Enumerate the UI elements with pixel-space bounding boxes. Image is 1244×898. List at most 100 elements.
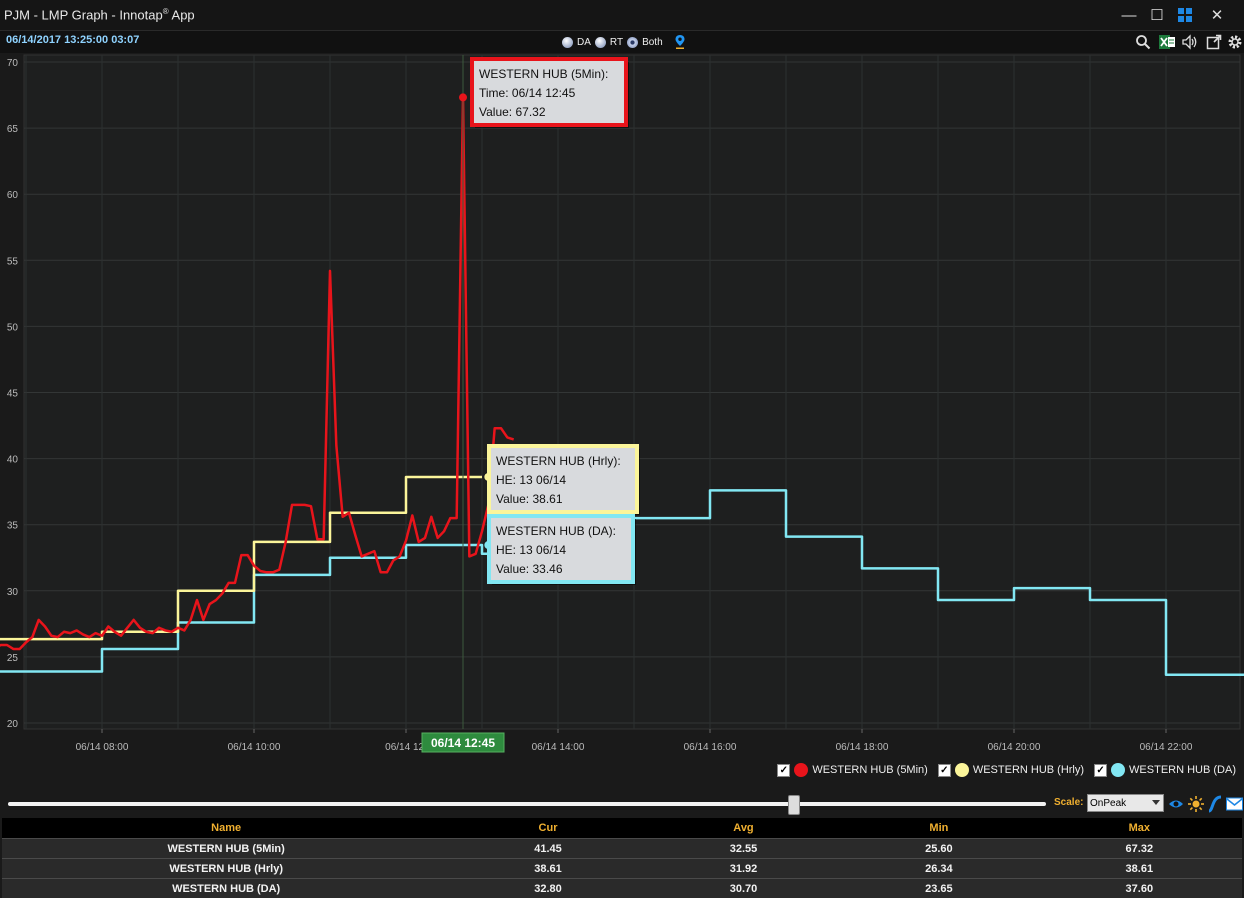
- x-tick-label: 06/14 10:00: [228, 742, 281, 753]
- chart-legend: ✓ WESTERN HUB (5Min) ✓ WESTERN HUB (Hrly…: [777, 760, 1236, 780]
- col-name[interactable]: Name: [2, 818, 450, 839]
- x-tick-label: 06/14 18:00: [836, 742, 889, 753]
- tooltip-da: WESTERN HUB (DA):HE: 13 06/14Value: 33.4…: [489, 516, 636, 585]
- radio-both-label[interactable]: Both: [642, 37, 663, 48]
- radio-da-label[interactable]: DA: [577, 37, 591, 48]
- cell-min: 25.60: [841, 839, 1036, 859]
- radio-rt[interactable]: [595, 37, 606, 48]
- mail-icon[interactable]: [1226, 796, 1243, 812]
- col-avg[interactable]: Avg: [646, 818, 841, 839]
- table-row[interactable]: WESTERN HUB (5Min) 41.45 32.55 25.60 67.…: [2, 839, 1242, 859]
- legend-checkbox-hrly[interactable]: ✓: [938, 764, 951, 777]
- minimize-button[interactable]: —: [1115, 4, 1143, 26]
- y-tick-label: 20: [7, 719, 19, 730]
- cell-cur: 32.80: [450, 879, 645, 898]
- toolbar: 06/14/2017 13:25:00 03:07 DA RT Both: [0, 31, 1244, 53]
- y-tick-label: 55: [7, 256, 19, 267]
- pin-icon[interactable]: [673, 34, 687, 50]
- tooltip-line: Time: 06/14 12:45: [479, 86, 576, 100]
- tooltip-line: Value: 38.61: [496, 492, 563, 506]
- col-max[interactable]: Max: [1037, 818, 1242, 839]
- scale-select[interactable]: OnPeak: [1087, 794, 1164, 812]
- time-slider-row: Scale: OnPeak: [0, 792, 1244, 816]
- y-tick-label: 25: [7, 653, 19, 664]
- legend-item-da[interactable]: ✓ WESTERN HUB (DA): [1094, 763, 1236, 777]
- popout-icon[interactable]: [1203, 31, 1225, 53]
- maximize-button[interactable]: ☐: [1143, 4, 1171, 26]
- time-slider-track[interactable]: [8, 802, 1046, 806]
- legend-swatch-5min: [794, 763, 808, 777]
- layout-grid-button[interactable]: [1171, 4, 1199, 26]
- y-tick-label: 65: [7, 124, 19, 135]
- x-tick-label: 06/14 14:00: [532, 742, 585, 753]
- legend-label-hrly: WESTERN HUB (Hrly): [973, 764, 1084, 776]
- cell-min: 26.34: [841, 859, 1036, 879]
- window-title: PJM - LMP Graph - Innotap® App: [4, 7, 195, 22]
- time-slider-thumb[interactable]: [788, 795, 800, 815]
- sun-icon[interactable]: [1187, 795, 1205, 813]
- title-bar: PJM - LMP Graph - Innotap® App — ☐ ✕: [0, 0, 1244, 31]
- tooltip-line: WESTERN HUB (Hrly):: [496, 454, 621, 468]
- speaker-icon[interactable]: [1179, 31, 1201, 53]
- y-tick-label: 60: [7, 190, 19, 201]
- current-datetime: 06/14/2017 13:25:00 03:07: [6, 34, 139, 46]
- legend-checkbox-5min[interactable]: ✓: [777, 764, 790, 777]
- y-tick-label: 35: [7, 521, 19, 532]
- legend-label-5min: WESTERN HUB (5Min): [812, 764, 928, 776]
- radio-both[interactable]: [627, 37, 638, 48]
- x-tick-label: 06/14 12:: [385, 742, 427, 753]
- cell-max: 37.60: [1037, 879, 1242, 898]
- tooltip-line: HE: 13 06/14: [496, 473, 566, 487]
- col-min[interactable]: Min: [841, 818, 1036, 839]
- tooltip-5min: WESTERN HUB (5Min): Time: 06/14 12:45 Valu…: [472, 59, 629, 128]
- excel-icon[interactable]: [1156, 31, 1178, 53]
- tooltip-hrly: WESTERN HUB (Hrly): HE: 13 06/14 Value: 38…: [489, 446, 640, 515]
- curve-icon[interactable]: [1207, 795, 1223, 813]
- y-tick-label: 40: [7, 455, 19, 466]
- col-cur[interactable]: Cur: [450, 818, 645, 839]
- cell-max: 38.61: [1037, 859, 1242, 879]
- cell-avg: 31.92: [646, 859, 841, 879]
- y-tick-label: 45: [7, 389, 19, 400]
- y-tick-label: 30: [7, 587, 19, 598]
- scale-label: Scale:: [1054, 797, 1083, 808]
- x-tick-label: 06/14 22:00: [1140, 742, 1193, 753]
- close-button[interactable]: ✕: [1203, 4, 1231, 26]
- cell-name: WESTERN HUB (Hrly): [2, 859, 450, 879]
- chevron-down-icon: [1152, 800, 1160, 805]
- table-row[interactable]: WESTERN HUB (DA) 32.80 30.70 23.65 37.60: [2, 879, 1242, 898]
- stats-table: Name Cur Avg Min Max WESTERN HUB (5Min) …: [2, 818, 1242, 898]
- cell-avg: 32.55: [646, 839, 841, 859]
- lmp-chart[interactable]: 20 25 30 35 40 45 50 55 60 65 70 06/14 08:00 06/14 …: [0, 53, 1244, 783]
- radio-rt-label[interactable]: RT: [610, 37, 623, 48]
- search-icon[interactable]: [1132, 31, 1154, 53]
- legend-item-5min[interactable]: ✓ WESTERN HUB (5Min): [777, 763, 928, 777]
- x-tick-label: 06/14 20:00: [988, 742, 1041, 753]
- tooltip-line: WESTERN HUB (5Min):: [479, 67, 608, 81]
- cell-cur: 38.61: [450, 859, 645, 879]
- cell-name: WESTERN HUB (DA): [2, 879, 450, 898]
- tooltip-line: HE: 13 06/14: [496, 543, 566, 557]
- price-mode-selector: DA RT Both: [562, 34, 687, 50]
- legend-swatch-hrly: [955, 763, 969, 777]
- cell-cur: 41.45: [450, 839, 645, 859]
- eye-icon[interactable]: [1168, 796, 1184, 812]
- cell-min: 23.65: [841, 879, 1036, 898]
- y-tick-label: 50: [7, 322, 19, 333]
- cell-name: WESTERN HUB (5Min): [2, 839, 450, 859]
- crosshair-time-label: 06/14 12:45: [422, 733, 504, 752]
- cell-max: 67.32: [1037, 839, 1242, 859]
- grid-icon: [1178, 8, 1192, 22]
- legend-item-hrly[interactable]: ✓ WESTERN HUB (Hrly): [938, 763, 1084, 777]
- radio-da[interactable]: [562, 37, 573, 48]
- tooltip-line: Value: 67.32: [479, 105, 546, 119]
- x-tick-label: 06/14 08:00: [76, 742, 129, 753]
- cell-avg: 30.70: [646, 879, 841, 898]
- crosshair-time-text: 06/14 12:45: [431, 736, 495, 750]
- y-tick-label: 70: [7, 58, 19, 69]
- gear-icon[interactable]: [1224, 31, 1244, 53]
- stats-header-row: Name Cur Avg Min Max: [2, 818, 1242, 839]
- tooltip-line: WESTERN HUB (DA):: [496, 524, 616, 538]
- table-row[interactable]: WESTERN HUB (Hrly) 38.61 31.92 26.34 38.…: [2, 859, 1242, 879]
- legend-checkbox-da[interactable]: ✓: [1094, 764, 1107, 777]
